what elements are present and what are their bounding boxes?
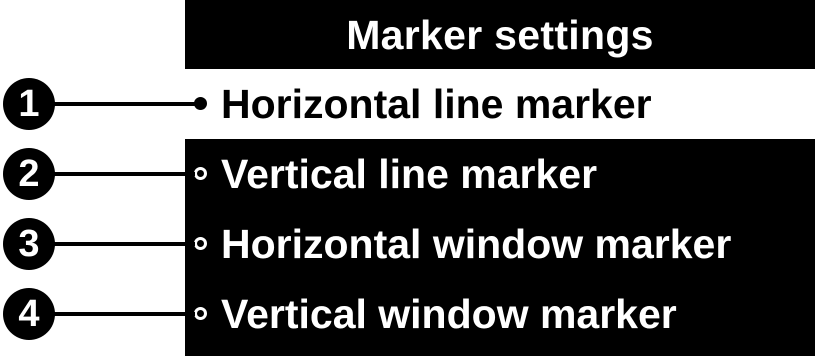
menu-title: Marker settings [346, 12, 654, 58]
callout-badge-1: 1 [3, 78, 55, 130]
menu-item-label: Vertical line marker [221, 151, 598, 197]
menu-item-horizontal-line-marker[interactable]: Horizontal line marker [185, 69, 815, 139]
menu-item-label: Horizontal window marker [221, 221, 732, 267]
callout-badge-2: 2 [3, 148, 55, 200]
callout-line-4 [50, 312, 195, 316]
radio-selected-icon [194, 97, 207, 110]
menu-item-vertical-line-marker[interactable]: Vertical line marker [185, 139, 815, 209]
callout-badge-4: 4 [3, 288, 55, 340]
callout-badge-3: 3 [3, 218, 55, 270]
menu-item-label: Horizontal line marker [221, 81, 652, 127]
callout-line-3 [50, 242, 195, 246]
menu-item-vertical-window-marker[interactable]: Vertical window marker [185, 279, 815, 349]
callout-line-2 [50, 172, 195, 176]
radio-icon [194, 167, 207, 180]
radio-icon [194, 307, 207, 320]
radio-icon [194, 237, 207, 250]
menu-item-horizontal-window-marker[interactable]: Horizontal window marker [185, 209, 815, 279]
callout-line-1 [50, 102, 195, 106]
menu-item-label: Vertical window marker [221, 291, 677, 337]
